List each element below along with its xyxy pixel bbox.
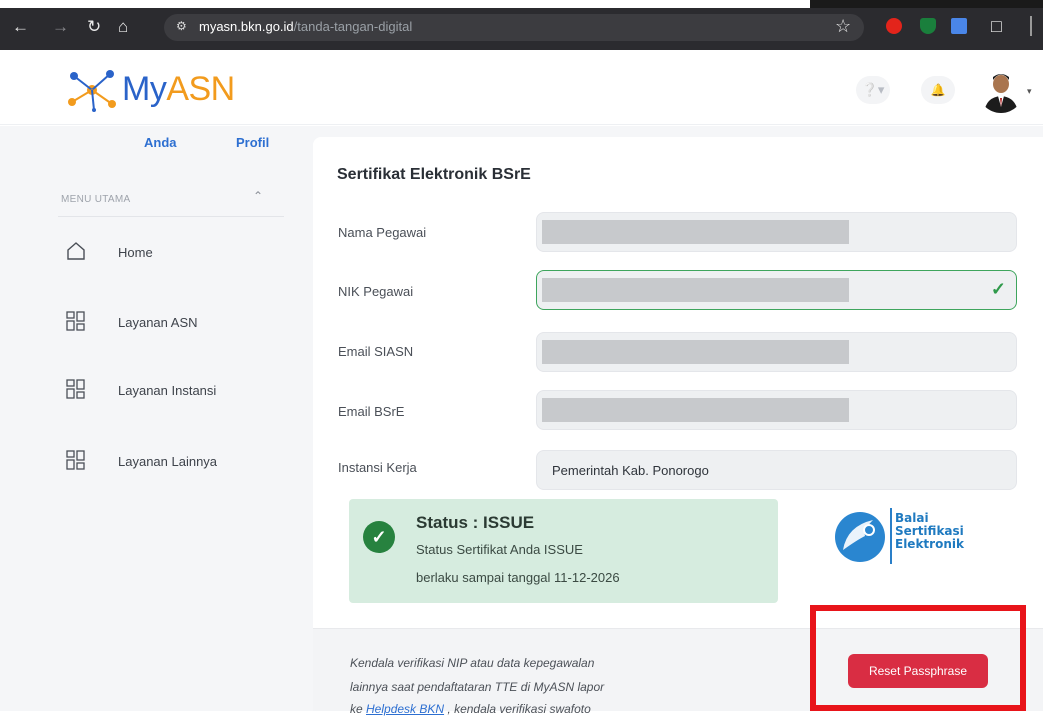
avatar[interactable] xyxy=(978,67,1024,113)
avatar-chevron-icon[interactable]: ▾ xyxy=(1027,86,1032,97)
field-label-email-siasn: Email SIASN xyxy=(338,344,414,359)
sidebar-item-label: Layanan Instansi xyxy=(118,383,217,398)
redacted-value xyxy=(542,220,849,244)
extension-shield-icon[interactable] xyxy=(920,18,936,34)
myasn-logo-mark[interactable] xyxy=(64,68,120,112)
extensions-puzzle-icon[interactable]: □ xyxy=(991,16,1002,37)
grid-icon xyxy=(66,379,85,399)
extension-translate-icon[interactable] xyxy=(951,18,967,34)
sidebar-item-label: Layanan Lainnya xyxy=(118,454,218,469)
forward-icon[interactable]: → xyxy=(52,18,69,36)
sidebar xyxy=(0,126,285,711)
grid-icon xyxy=(66,450,85,470)
footer-note-line-2: lainnya saat pendaftataran TTE di MyASN … xyxy=(350,680,605,694)
bsre-logo-icon xyxy=(835,512,885,562)
grid-icon xyxy=(66,311,85,331)
field-label-nama: Nama Pegawai xyxy=(338,225,427,240)
sidebar-item-home[interactable]: Home xyxy=(58,237,278,267)
bookmark-star-icon[interactable]: ☆ xyxy=(835,16,851,37)
menu-heading: MENU UTAMA xyxy=(61,194,131,205)
home-browser-icon[interactable]: ⌂ xyxy=(118,18,128,36)
sidebar-item-label: Home xyxy=(118,245,153,260)
redacted-value xyxy=(542,340,849,364)
sidebar-item-layanan-lainnya[interactable]: Layanan Lainnya xyxy=(58,446,278,476)
site-info-icon[interactable]: ⚙ xyxy=(176,19,187,33)
bsre-logo-text-3: Elektronik xyxy=(895,537,964,551)
help-icon[interactable]: ❔▾ xyxy=(856,76,890,104)
status-title: Status : ISSUE xyxy=(416,513,535,532)
sidebar-item-layanan-instansi[interactable]: Layanan Instansi xyxy=(58,375,278,405)
back-icon[interactable]: ← xyxy=(12,18,29,36)
field-label-nik: NIK Pegawai xyxy=(338,284,414,299)
home-icon xyxy=(67,242,85,260)
nik-pegawai-field: ✓ xyxy=(536,270,1017,310)
bsre-logo-text-1: Balai xyxy=(895,511,929,525)
chevron-up-icon[interactable]: ⌃ xyxy=(253,189,263,203)
instansi-kerja-field: Pemerintah Kab. Ponorogo xyxy=(536,450,1017,490)
check-circle-icon: ✓ xyxy=(363,521,395,553)
url-text[interactable]: myasn.bkn.go.id/tanda-tangan-digital xyxy=(199,19,412,34)
redacted-value xyxy=(542,278,849,302)
toolbar-divider xyxy=(1030,16,1032,36)
bsre-logo-divider xyxy=(890,508,892,564)
email-bsre-field xyxy=(536,390,1017,430)
bsre-logo-text-2: Sertifikasi xyxy=(895,524,964,538)
nama-pegawai-field xyxy=(536,212,1017,252)
helpdesk-link[interactable]: Helpdesk BKN xyxy=(366,702,444,716)
status-validity: berlaku sampai tanggal 11-12-2026 xyxy=(416,570,620,585)
page-title: Sertifikat Elektronik BSrE xyxy=(337,166,531,183)
sidebar-link-profil[interactable]: Profil xyxy=(236,135,269,150)
redacted-value xyxy=(542,398,849,422)
field-label-email-bsre: Email BSrE xyxy=(338,404,405,419)
sidebar-link-anda[interactable]: Anda xyxy=(144,135,177,150)
menu-divider xyxy=(58,216,284,217)
extension-red-icon[interactable] xyxy=(886,18,902,34)
myasn-logo-text[interactable]: MyASN xyxy=(122,70,235,109)
footer-note-line-3: ke Helpdesk BKN , kendala verifikasi swa… xyxy=(350,702,591,716)
instansi-kerja-value: Pemerintah Kab. Ponorogo xyxy=(552,463,709,478)
bell-icon[interactable]: 🔔 xyxy=(921,76,955,104)
browser-top-corner xyxy=(810,0,1043,8)
sidebar-item-label: Layanan ASN xyxy=(118,315,198,330)
check-icon: ✓ xyxy=(990,279,1006,299)
status-description: Status Sertifikat Anda ISSUE xyxy=(416,542,583,557)
reload-icon[interactable]: ↻ xyxy=(87,18,101,36)
sidebar-item-layanan-asn[interactable]: Layanan ASN xyxy=(58,307,278,337)
highlight-annotation xyxy=(810,605,1026,711)
field-label-instansi: Instansi Kerja xyxy=(338,460,417,475)
email-siasn-field xyxy=(536,332,1017,372)
footer-note-line-1: Kendala verifikasi NIP atau data kepegaw… xyxy=(350,656,595,670)
